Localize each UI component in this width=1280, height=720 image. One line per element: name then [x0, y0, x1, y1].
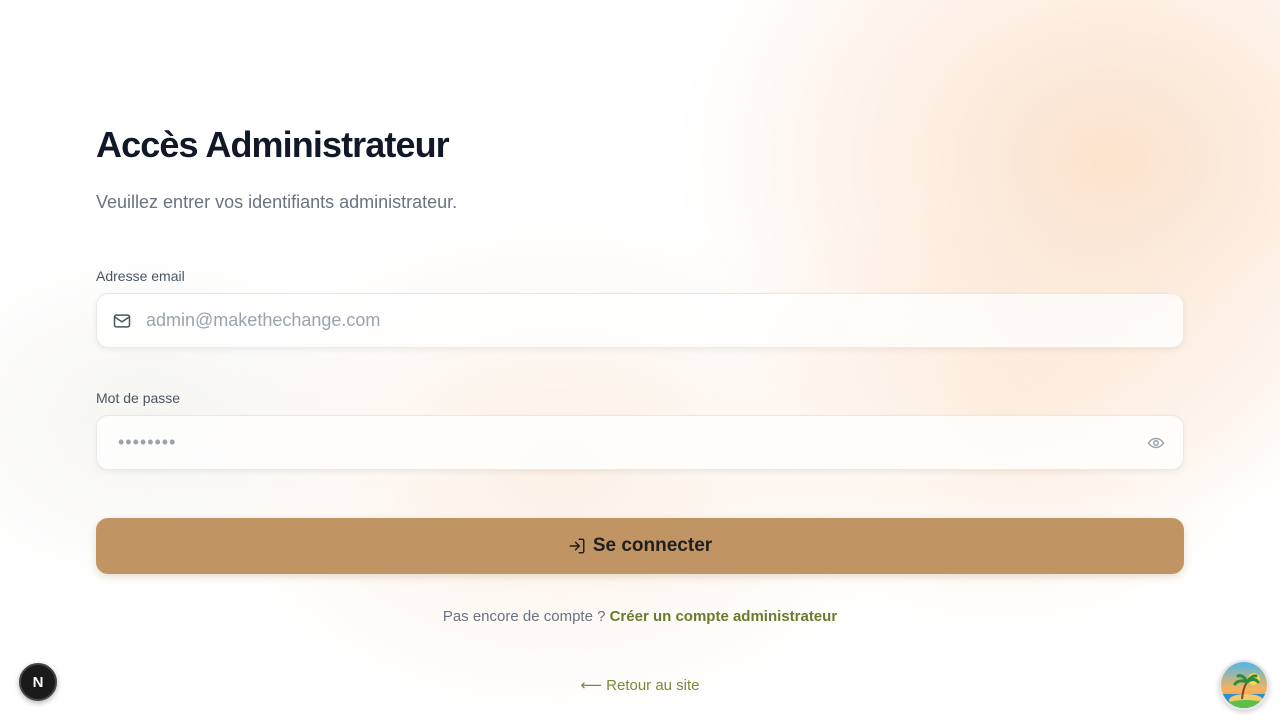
dev-badge-letter: N	[32, 673, 44, 691]
email-label: Adresse email	[96, 268, 185, 284]
login-icon	[568, 537, 586, 555]
email-input[interactable]	[132, 310, 1183, 331]
email-field-wrapper	[96, 293, 1184, 348]
page-title: Accès Administrateur	[96, 124, 450, 165]
back-to-site: ⟵ Retour au site	[96, 676, 1184, 694]
back-to-site-link[interactable]: ⟵ Retour au site	[580, 677, 699, 694]
password-field-wrapper	[96, 415, 1184, 470]
signup-prompt: Pas encore de compte ? Créer un compte a…	[96, 608, 1184, 625]
island-avatar[interactable]	[1219, 660, 1269, 710]
password-input[interactable]	[97, 432, 1147, 453]
password-label: Mot de passe	[96, 390, 181, 406]
signup-prompt-text: Pas encore de compte ?	[442, 608, 610, 625]
eye-icon[interactable]	[1147, 434, 1165, 452]
mail-icon	[112, 311, 132, 331]
login-button-label: Se connecter	[592, 535, 713, 556]
page-subtitle: Veuillez entrer vos identifiants adminis…	[96, 192, 458, 212]
login-button[interactable]: Se connecter	[96, 518, 1184, 574]
create-admin-account-link[interactable]: Créer un compte administrateur	[610, 608, 838, 625]
dev-tools-badge[interactable]: N	[19, 663, 57, 701]
